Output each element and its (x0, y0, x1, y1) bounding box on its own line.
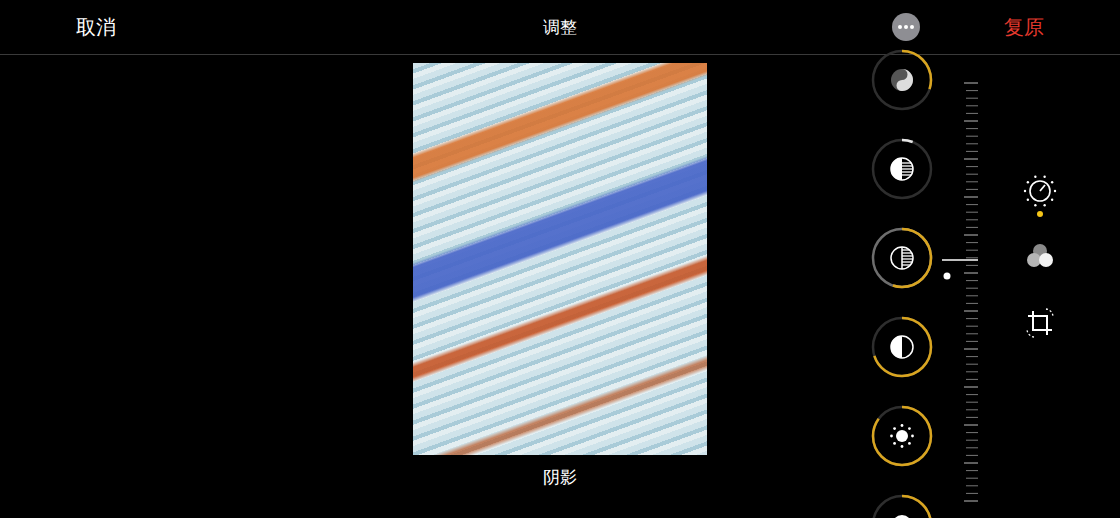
photo-editor: 取消 调整 复原阴影 (0, 0, 1120, 518)
crop-icon (1022, 305, 1058, 341)
selected-dot (1037, 211, 1043, 217)
photo (413, 63, 707, 455)
selected-dot (1037, 343, 1043, 349)
adjustment-dial[interactable] (871, 49, 933, 111)
contrast-icon (891, 336, 913, 358)
adjustment-dial[interactable] (871, 405, 933, 467)
brilliance-icon (891, 69, 913, 91)
adjustment-dial[interactable] (871, 316, 933, 378)
tool-button[interactable] (1022, 173, 1058, 217)
more-icon[interactable] (892, 13, 920, 41)
cancel-button[interactable]: 取消 (76, 15, 116, 39)
tool-button[interactable] (1022, 239, 1058, 283)
tool-button[interactable] (1022, 305, 1058, 349)
value-slider[interactable] (942, 55, 986, 518)
adjustment-dial[interactable] (871, 494, 933, 518)
top-bar: 取消 调整 复原 (0, 0, 1120, 55)
reset-button[interactable]: 复原 (1004, 14, 1044, 41)
highlights-icon (891, 158, 913, 180)
adjustment-caption: 阴影 (543, 465, 577, 489)
black-point-icon (892, 515, 912, 518)
title: 调整 (543, 16, 577, 39)
brightness-icon (890, 424, 914, 448)
adjustment-list (871, 49, 933, 518)
selected-dot (1037, 277, 1043, 283)
tool-list (1022, 55, 1058, 518)
adjustment-dial[interactable] (871, 138, 933, 200)
adjust-icon (1022, 173, 1058, 209)
filters-icon (1022, 239, 1058, 275)
shadows-icon (891, 247, 913, 269)
adjustment-dial[interactable] (871, 227, 933, 289)
